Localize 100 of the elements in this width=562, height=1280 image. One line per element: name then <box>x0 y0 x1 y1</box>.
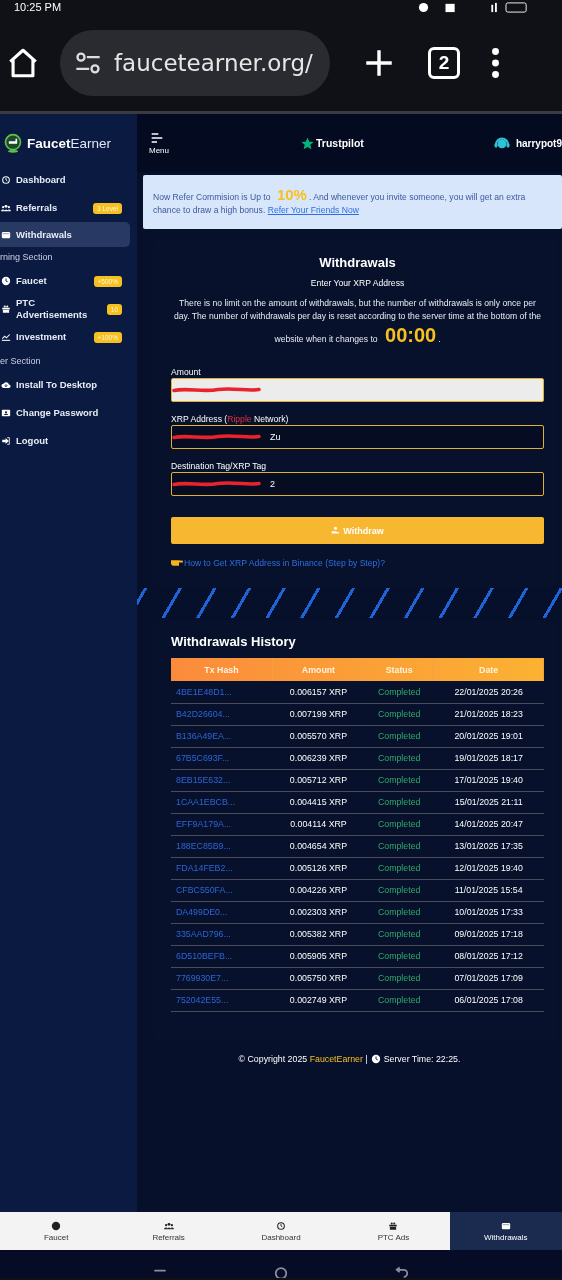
nav-tab[interactable]: Referrals <box>112 1212 225 1250</box>
table-cell: 0.007199 XRP <box>272 703 365 725</box>
wallet-icon <box>500 1220 511 1231</box>
table-cell: 11/01/2025 15:54 <box>433 879 544 901</box>
gift-icon <box>1 304 11 314</box>
tx-hash-link[interactable]: 4BE1E48D1... <box>171 681 273 703</box>
tx-hash-link[interactable]: FDA14FEB2... <box>171 857 273 879</box>
card-title: Withdrawals <box>318 255 397 270</box>
table-cell: 21/01/2025 18:23 <box>433 703 544 725</box>
tx-hash-link[interactable]: DA499DE0... <box>171 901 273 923</box>
trustpilot-link[interactable]: Trustpilot <box>301 136 364 150</box>
sidebar-item[interactable]: Withdrawals <box>0 222 130 247</box>
table-cell: 13/01/2025 17:35 <box>433 835 544 857</box>
gift-icon <box>388 1220 399 1231</box>
brand-logo-text: FaucetEarner <box>27 135 112 151</box>
tx-hash-link[interactable]: 8EB15E632... <box>171 769 273 791</box>
status-text: Completed <box>364 835 434 857</box>
table-cell: 0.005712 XRP <box>272 769 365 791</box>
menu-icon <box>149 131 165 144</box>
status-text: Completed <box>364 703 434 725</box>
section-heading: er Section <box>0 355 42 368</box>
table-cell: 17/01/2025 19:40 <box>433 769 544 791</box>
clock-icon <box>370 1054 381 1064</box>
column-header: Status <box>364 658 434 681</box>
tx-hash-link[interactable]: B136A49EA... <box>171 725 273 747</box>
status-text: Completed <box>364 813 434 835</box>
history-icon <box>276 1220 286 1231</box>
input-field[interactable]: 2 <box>171 472 544 496</box>
address-bar[interactable]: faucetearner.org/ <box>60 29 330 96</box>
status-text: Completed <box>364 857 434 879</box>
table-cell: 0.004415 XRP <box>272 791 365 813</box>
table-cell: 0.004226 XRP <box>272 879 365 901</box>
tx-hash-link[interactable]: 1CAA1EBCB... <box>171 791 273 813</box>
nav-tab[interactable]: Faucet <box>0 1212 113 1250</box>
history-icon <box>1 175 11 185</box>
tx-hash-link[interactable]: 67B5C693F... <box>171 747 273 769</box>
field-label: Destination Tag/XRP Tag <box>171 461 268 471</box>
table-cell: 15/01/2025 21:11 <box>433 791 544 813</box>
card-subtitle: Enter Your XRP Address <box>309 278 406 288</box>
nav-tab[interactable]: Dashboard <box>224 1212 338 1250</box>
sidebar-item[interactable]: Change Password <box>0 399 130 427</box>
copyright-text: © Copyright 2025 FaucetEarner | <box>238 1054 368 1064</box>
table-cell: 0.006239 XRP <box>272 747 365 769</box>
notice-text: Now Refer Commision is Up to 10%. And whenever you invite someone, you will get an extra chance to draw a high bonus. Refer Your Friends Now <box>153 187 527 217</box>
users-icon <box>163 1220 174 1231</box>
more-menu-icon <box>492 47 499 78</box>
tx-hash-link[interactable]: B42D26604... <box>171 703 273 725</box>
table-cell: 20/01/2025 19:01 <box>433 725 544 747</box>
clock-icon <box>51 1220 62 1231</box>
table-cell: 0.002749 XRP <box>272 989 365 1011</box>
table-cell: 07/01/2025 17:09 <box>433 967 544 989</box>
nav-tab[interactable]: PTC Ads <box>337 1212 450 1250</box>
star-icon <box>301 136 314 150</box>
column-header: Date <box>433 658 544 681</box>
tx-hash-link[interactable]: CFBC550FA... <box>171 879 273 901</box>
status-time: 10:25 PM <box>14 1 62 13</box>
tx-hash-link[interactable]: 7769930E7... <box>171 967 273 989</box>
sidebar-item[interactable]: Logout <box>0 427 130 455</box>
tx-hash-link[interactable]: EFF9A179A... <box>171 813 273 835</box>
table-cell: 10/01/2025 17:33 <box>433 901 544 923</box>
users-icon <box>1 203 11 213</box>
status-text: Completed <box>364 681 434 703</box>
column-header: Tx Hash <box>171 658 273 681</box>
status-text: Completed <box>364 725 434 747</box>
status-text: Completed <box>364 747 434 769</box>
refer-link[interactable]: Refer Your Friends Now <box>267 204 359 215</box>
tx-hash-link[interactable]: 188EC85B9... <box>171 835 273 857</box>
section-heading: rning Section <box>0 251 54 264</box>
input-field[interactable] <box>171 378 544 402</box>
user-menu[interactable]: harrypot9 <box>492 134 562 152</box>
table-cell: 0.004654 XRP <box>272 835 365 857</box>
input-field[interactable]: Zu <box>171 425 544 449</box>
table-cell: 19/01/2025 18:17 <box>433 747 544 769</box>
sidebar-item[interactable]: Dashboard <box>0 166 130 194</box>
sidebar-item[interactable]: Install To Desktop <box>0 371 130 399</box>
menu-button[interactable]: Menu <box>149 131 169 155</box>
table-cell: 06/01/2025 17:08 <box>433 989 544 1011</box>
column-header: Amount <box>272 658 365 681</box>
tx-hash-link[interactable]: 6D510BEFB... <box>171 945 273 967</box>
table-cell: 22/01/2025 20:26 <box>433 681 544 703</box>
status-text: Completed <box>364 791 434 813</box>
help-link[interactable]: How to Get XRP Address in Binance (Step by Step)? <box>184 558 385 568</box>
table-cell: 0.006157 XRP <box>272 681 365 703</box>
field-label: Amount <box>171 367 202 377</box>
status-text: Completed <box>364 923 434 945</box>
table-cell: 14/01/2025 20:47 <box>433 813 544 835</box>
wallet-icon <box>1 229 11 240</box>
status-text: Completed <box>364 769 434 791</box>
tx-hash-link[interactable]: 752042E55... <box>171 989 273 1011</box>
nav-tab[interactable]: Withdrawals <box>449 1212 562 1250</box>
tx-hash-link[interactable]: 335AAD796... <box>171 923 273 945</box>
server-time-text: Server Time: 22:25. <box>383 1054 461 1064</box>
table-cell: 12/01/2025 19:40 <box>433 857 544 879</box>
tab-count-button[interactable]: 2 <box>428 46 460 79</box>
status-text: Completed <box>364 879 434 901</box>
hand-coin-icon <box>331 526 341 535</box>
section-title: Withdrawals History <box>171 634 297 649</box>
table-cell: 0.005382 XRP <box>272 923 365 945</box>
field-label: XRP Address (Ripple Network) <box>171 414 290 424</box>
logout-icon <box>1 436 11 446</box>
